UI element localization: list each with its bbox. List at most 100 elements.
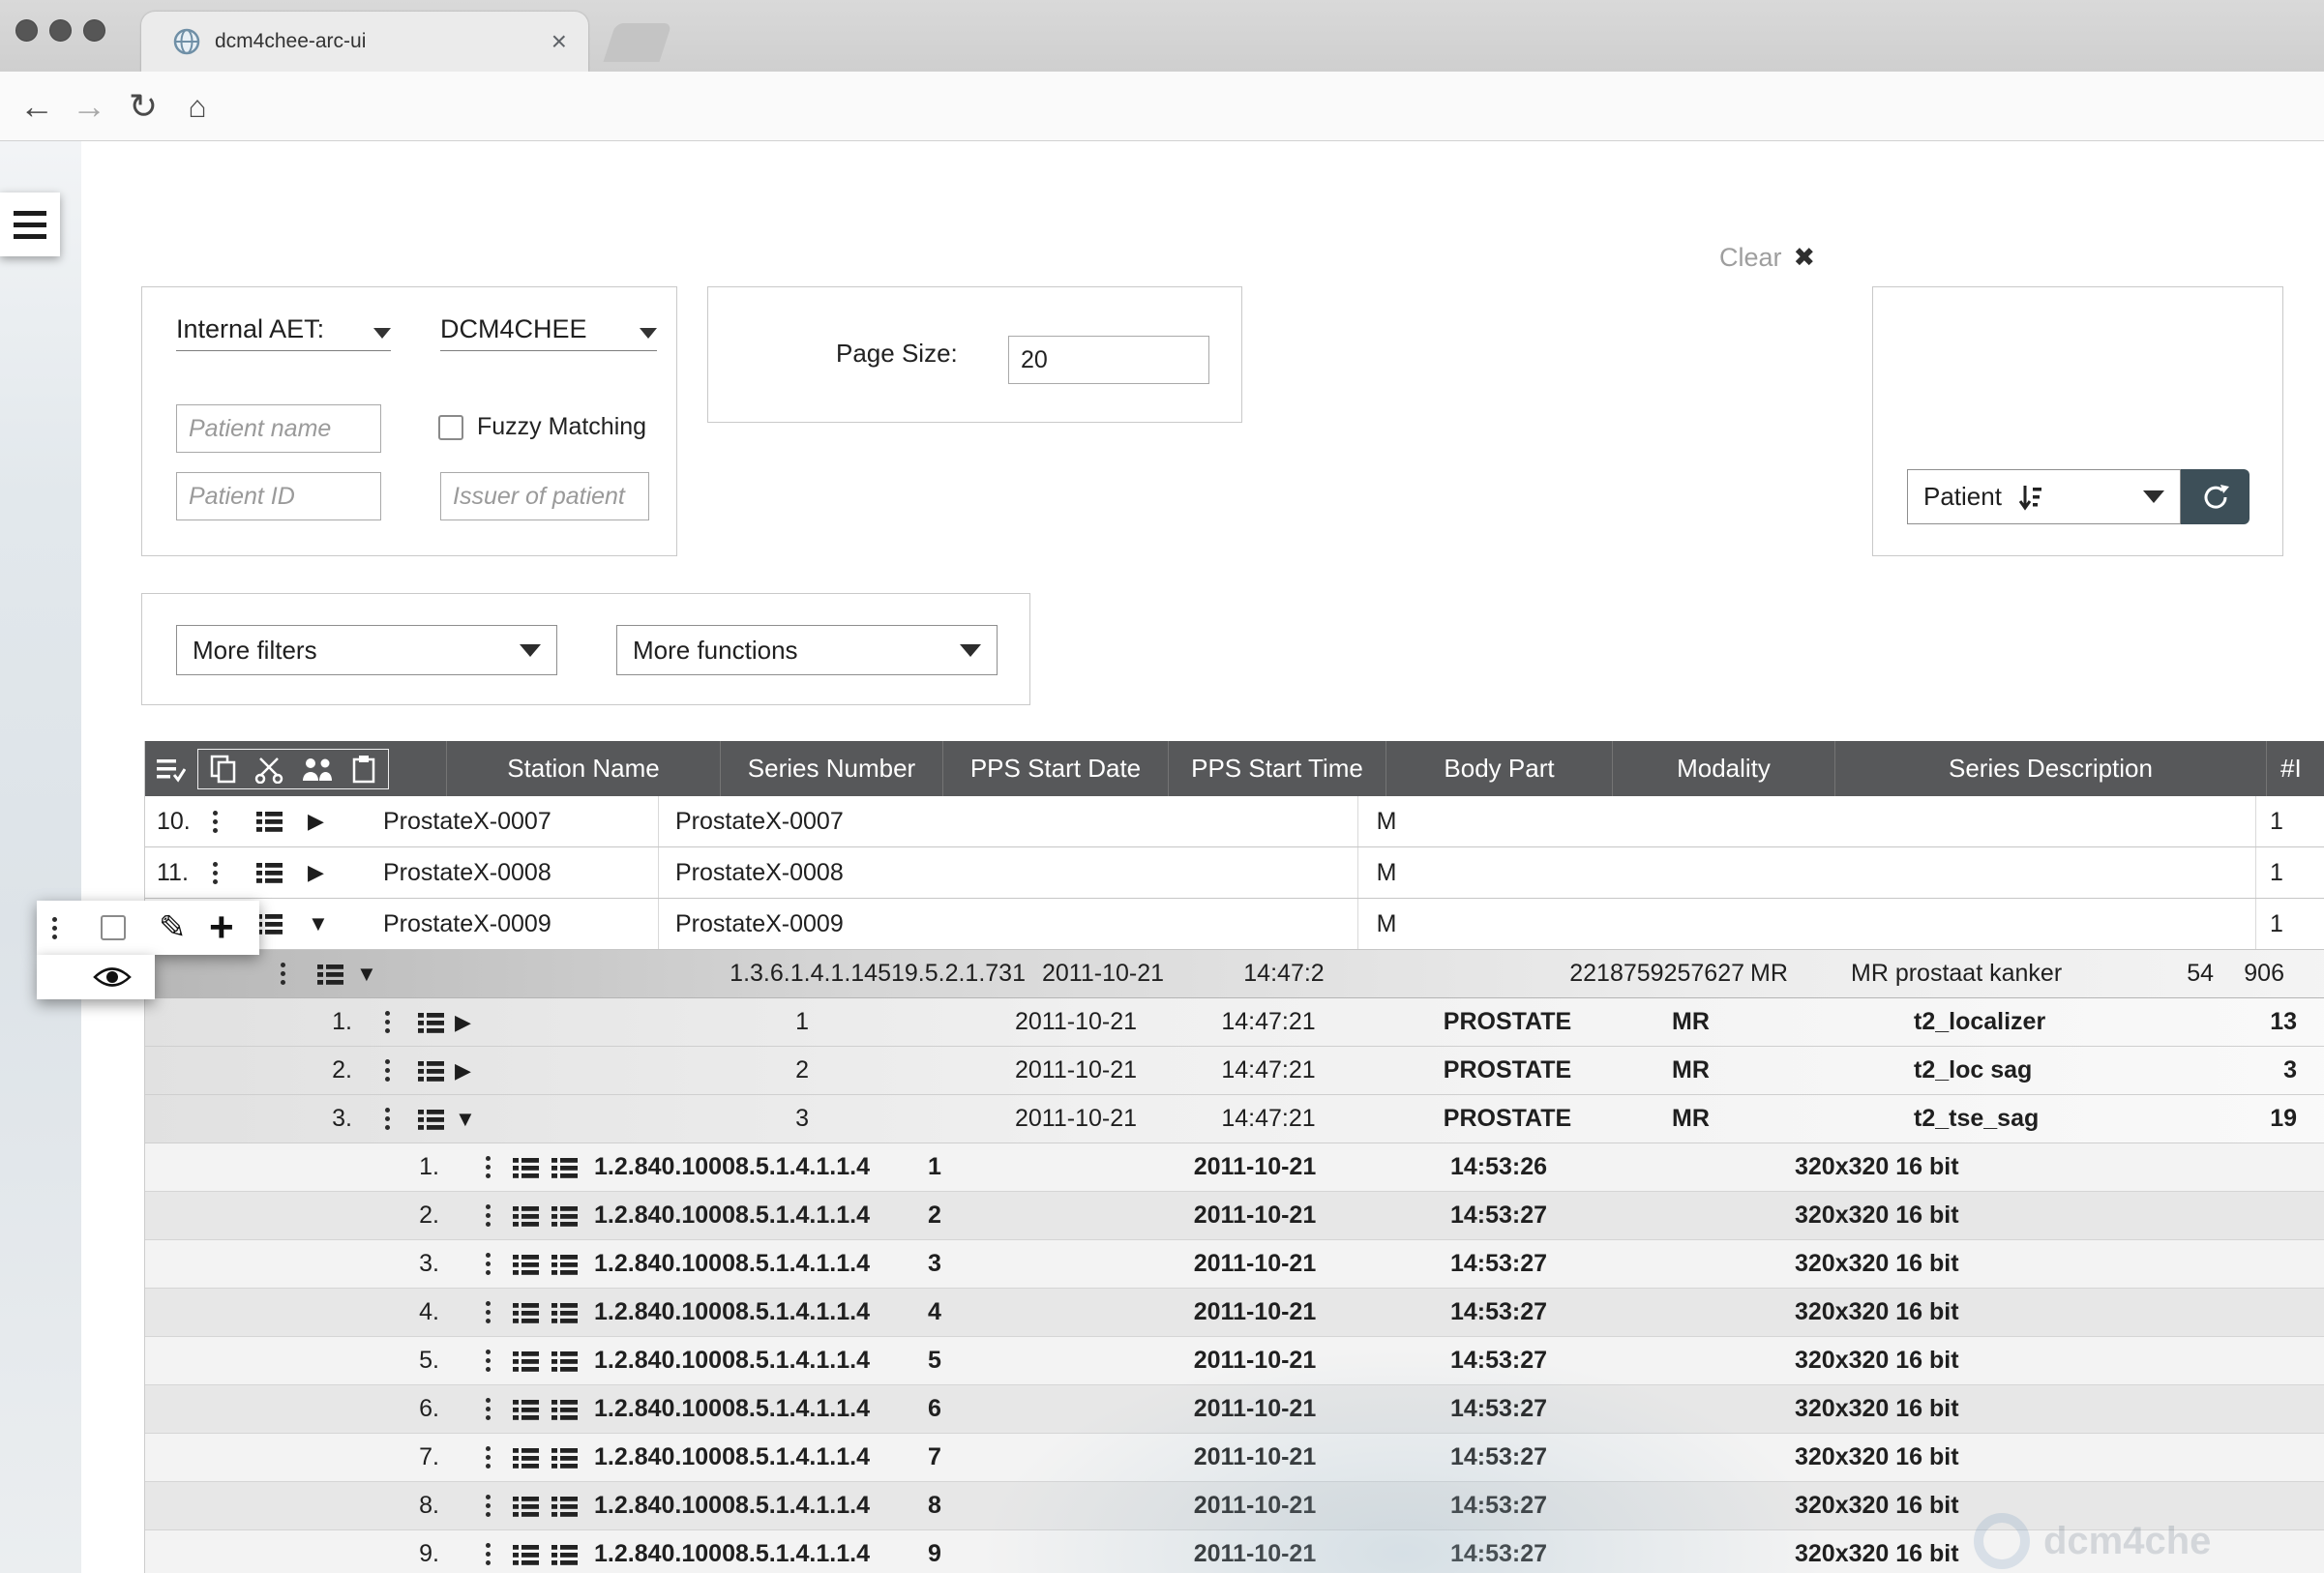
instance-row[interactable]: 7. <box>145 1434 2324 1482</box>
submit-query-button[interactable] <box>2181 469 2250 524</box>
column-header-station-name[interactable]: Station Name <box>446 741 720 796</box>
page-size-input[interactable] <box>1008 336 1209 384</box>
cut-icon[interactable] <box>254 755 283 784</box>
instance-row[interactable]: 1. <box>145 1143 2324 1192</box>
merge-patients-icon[interactable] <box>301 756 334 783</box>
row-menu-dots-icon[interactable] <box>281 950 285 997</box>
attributes-grid-icon[interactable] <box>418 1047 445 1094</box>
expand-caret[interactable]: ▼ <box>455 1095 476 1143</box>
instance-row[interactable]: 3. <box>145 1240 2324 1289</box>
view-eye-icon[interactable] <box>93 955 132 999</box>
patient-row[interactable]: 10. ▶ ProstateX-0007 <box>145 796 2324 847</box>
expand-caret[interactable]: ▼ <box>308 899 329 949</box>
file-list-icon[interactable] <box>551 1240 579 1288</box>
window-controls[interactable] <box>15 19 105 42</box>
aet-select[interactable]: DCM4CHEE <box>440 307 657 351</box>
instance-row[interactable]: 6. <box>145 1385 2324 1434</box>
collapse-caret[interactable]: ▼ <box>356 950 377 997</box>
expand-caret[interactable]: ▶ <box>455 998 471 1046</box>
column-header-series-description[interactable]: Series Description <box>1834 741 2266 796</box>
attributes-grid-icon[interactable] <box>256 847 283 898</box>
home-button[interactable]: ⌂ <box>174 72 221 141</box>
file-list-icon[interactable] <box>551 1482 579 1529</box>
refresh-button[interactable]: ↻ <box>120 72 166 141</box>
new-tab-button[interactable] <box>604 23 672 62</box>
more-functions-dropdown[interactable]: More functions <box>616 625 998 675</box>
attributes-grid-icon[interactable] <box>513 1192 540 1239</box>
edit-pencil-icon[interactable]: ✎ <box>159 901 187 955</box>
file-list-icon[interactable] <box>551 1192 579 1239</box>
forward-button[interactable]: → <box>66 72 112 141</box>
row-menu-dots-icon[interactable] <box>213 847 218 898</box>
attributes-grid-icon[interactable] <box>256 796 283 846</box>
popup-dots-icon[interactable] <box>52 901 57 955</box>
column-header-pps-start-time[interactable]: PPS Start Time <box>1168 741 1385 796</box>
row-menu-dots-icon[interactable] <box>486 1337 491 1384</box>
row-menu-dots-icon[interactable] <box>486 1143 491 1191</box>
file-list-icon[interactable] <box>551 1337 579 1384</box>
instance-row[interactable]: 8. <box>145 1482 2324 1530</box>
attributes-grid-icon[interactable] <box>513 1143 540 1191</box>
attributes-grid-icon[interactable] <box>513 1385 540 1433</box>
issuer-of-patient-input[interactable] <box>440 472 649 520</box>
file-list-icon[interactable] <box>551 1530 579 1573</box>
menu-button[interactable] <box>0 193 60 256</box>
more-filters-dropdown[interactable]: More filters <box>176 625 557 675</box>
column-header-body-part[interactable]: Body Part <box>1385 741 1612 796</box>
patient-row[interactable]: 11. ▶ ProstateX-0008 <box>145 847 2324 899</box>
attributes-grid-icon[interactable] <box>513 1289 540 1336</box>
file-list-icon[interactable] <box>551 1289 579 1336</box>
copy-icon[interactable] <box>210 755 237 784</box>
attributes-grid-icon[interactable] <box>317 950 344 997</box>
row-menu-dots-icon[interactable] <box>385 1095 390 1143</box>
column-header-modality[interactable]: Modality <box>1612 741 1834 796</box>
patient-row[interactable]: ▼ ProstateX-0009 ProstateX-0009 M 1 <box>145 899 2324 950</box>
paste-icon[interactable] <box>351 755 376 784</box>
fuzzy-matching-checkbox[interactable] <box>438 415 463 440</box>
row-menu-dots-icon[interactable] <box>385 1047 390 1094</box>
window-minimize-button[interactable] <box>49 19 72 42</box>
attributes-grid-icon[interactable] <box>418 998 445 1046</box>
row-menu-dots-icon[interactable] <box>486 1192 491 1239</box>
fuzzy-matching-option[interactable]: Fuzzy Matching <box>438 413 646 441</box>
series-row[interactable]: 3. ▼ 3 2011-10-2 <box>145 1095 2324 1143</box>
expand-caret[interactable]: ▶ <box>308 847 324 898</box>
series-row[interactable]: 1. ▶ 1 2011-10-2 <box>145 998 2324 1047</box>
file-list-icon[interactable] <box>551 1434 579 1481</box>
row-menu-dots-icon[interactable] <box>486 1385 491 1433</box>
select-list-icon[interactable] <box>155 756 186 783</box>
popup-select-checkbox[interactable] <box>101 901 126 955</box>
attributes-grid-icon[interactable] <box>513 1337 540 1384</box>
attributes-grid-icon[interactable] <box>418 1095 445 1143</box>
row-menu-dots-icon[interactable] <box>486 1289 491 1336</box>
internal-aet-select[interactable]: Internal AET: <box>176 307 391 351</box>
window-zoom-button[interactable] <box>83 19 105 42</box>
instance-row[interactable]: 4. <box>145 1289 2324 1337</box>
add-plus-icon[interactable]: + <box>209 901 234 955</box>
attributes-grid-icon[interactable] <box>513 1530 540 1573</box>
file-list-icon[interactable] <box>551 1385 579 1433</box>
patient-id-input[interactable] <box>176 472 381 520</box>
back-button[interactable]: ← <box>14 72 60 141</box>
row-menu-dots-icon[interactable] <box>486 1530 491 1573</box>
study-row[interactable]: ▼ 1.3.6.1.4.1.14519.5.2.1.731 2011-10-21… <box>145 950 2324 998</box>
series-row[interactable]: 2. ▶ 2 2011-10-2 <box>145 1047 2324 1095</box>
row-menu-dots-icon[interactable] <box>486 1482 491 1529</box>
file-list-icon[interactable] <box>551 1143 579 1191</box>
patient-name-input[interactable] <box>176 404 381 453</box>
row-menu-dots-icon[interactable] <box>385 998 390 1046</box>
tab-close-icon[interactable]: × <box>551 28 567 55</box>
expand-caret[interactable]: ▶ <box>455 1047 471 1094</box>
browser-tab[interactable]: dcm4chee-arc-ui × <box>141 12 588 72</box>
attributes-grid-icon[interactable] <box>256 899 283 949</box>
column-header-pps-start-date[interactable]: PPS Start Date <box>942 741 1168 796</box>
attributes-grid-icon[interactable] <box>513 1434 540 1481</box>
instance-row[interactable]: 2. <box>145 1192 2324 1240</box>
window-close-button[interactable] <box>15 19 38 42</box>
row-menu-dots-icon[interactable] <box>486 1240 491 1288</box>
column-header-instances[interactable]: #I <box>2266 741 2324 796</box>
column-header-series-number[interactable]: Series Number <box>720 741 942 796</box>
row-menu-dots-icon[interactable] <box>213 796 218 846</box>
attributes-grid-icon[interactable] <box>513 1482 540 1529</box>
row-menu-dots-icon[interactable] <box>486 1434 491 1481</box>
